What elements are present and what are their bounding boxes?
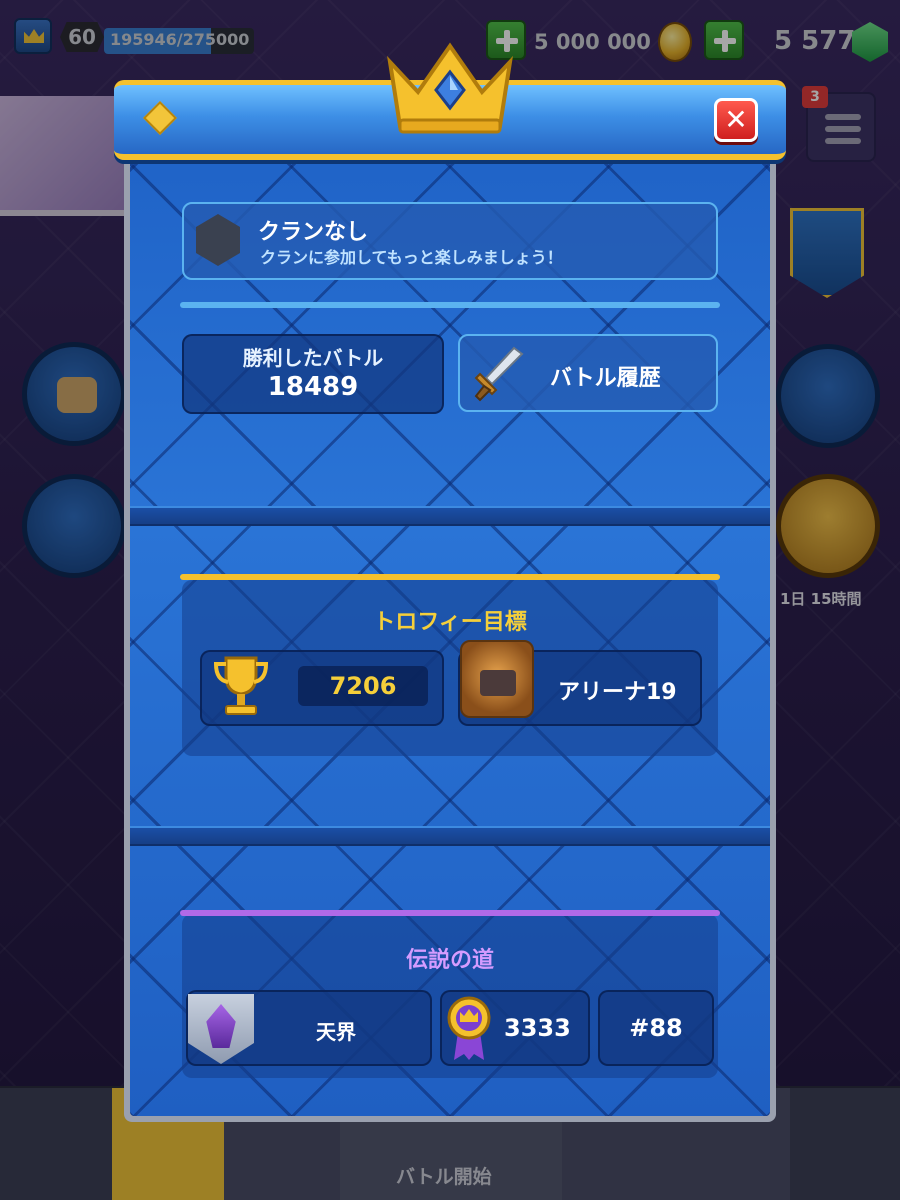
trophy-goal-title: トロフィー目標 <box>373 610 527 635</box>
trophy-separator <box>180 574 720 580</box>
wins-label: 勝利したバトル <box>242 346 384 370</box>
league-rating: 3333 <box>504 1014 571 1042</box>
crown-icon <box>387 42 513 134</box>
arena-icon <box>460 640 534 718</box>
league-rank: #88 <box>629 1014 683 1042</box>
league-name: 天界 <box>316 1020 356 1044</box>
section-divider <box>130 826 770 846</box>
trophy-goal-value: 7206 <box>329 672 397 700</box>
trophy-icon <box>213 656 269 715</box>
clan-subtitle: クランに参加してもっと楽しみましょう！ <box>260 248 563 267</box>
medal-icon <box>447 996 491 1060</box>
close-button[interactable]: ✕ <box>714 98 758 142</box>
clan-title: クランなし <box>258 220 369 245</box>
path-of-legends-title: 伝説の道 <box>405 948 494 973</box>
battle-log-label: バトル履歴 <box>550 366 661 391</box>
section-divider <box>130 506 770 526</box>
sword-icon <box>474 346 524 402</box>
clan-separator <box>180 302 720 308</box>
legends-separator <box>180 910 720 916</box>
wins-value: 18489 <box>267 372 359 402</box>
arena-label: アリーナ19 <box>558 680 677 705</box>
